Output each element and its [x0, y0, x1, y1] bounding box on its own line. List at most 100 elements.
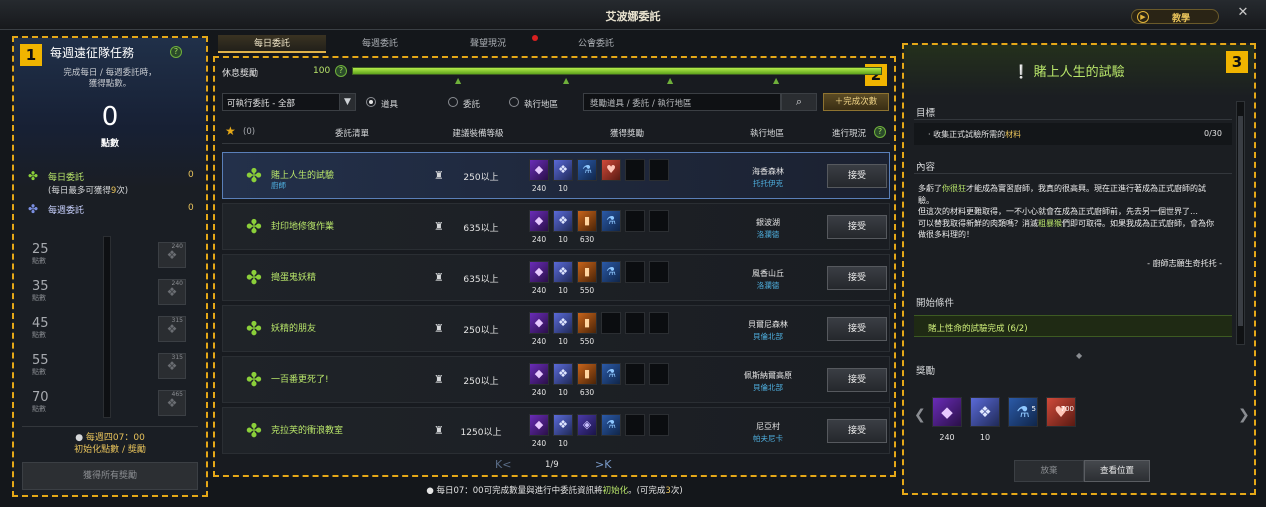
tab-weekly[interactable]: 每週委託	[326, 35, 434, 53]
table-row[interactable]: ✤ 搗蛋鬼妖精 ♜ 635以上 ◆ 240 ❖ 10 ▮ 550 ⚗ 風香山丘 洛瀾德 接受	[222, 254, 890, 301]
region-name: 海香森林	[752, 167, 784, 176]
reward-purple-crystal-icon[interactable]: ◆	[529, 414, 549, 436]
column-level: 建議裝備等級	[452, 129, 504, 139]
radio-region[interactable]	[509, 97, 519, 107]
tab-reputation[interactable]: 聲望現況	[434, 35, 542, 53]
region-name: 佩斯納爾高原	[744, 371, 792, 380]
goal-item: · 收集正式試驗所需的材料 0/30	[914, 123, 1232, 145]
laurel-icon: ✤	[28, 169, 39, 183]
tab-guild[interactable]: 公會委託	[542, 35, 650, 53]
chevron-down-icon[interactable]: ▼	[339, 94, 355, 110]
reward-blue-crystal-icon[interactable]: ❖	[553, 210, 573, 232]
column-region: 執行地區	[749, 129, 784, 139]
desc-paragraph-2: 但這次的材料更難取得，一不小心就會在成為正式廚師前，先去另一個世界了…	[918, 207, 1198, 216]
claim-all-rewards-button[interactable]: 獲得所有獎勵	[22, 462, 198, 490]
box-count: 315	[171, 354, 183, 361]
reward-purple-crystal-icon[interactable]: ◆	[529, 261, 549, 283]
equipment-icon: ♜	[434, 424, 444, 437]
reward-orange-lantern-icon[interactable]: ▮	[577, 363, 597, 385]
accept-button[interactable]: 接受	[827, 215, 887, 239]
add-completion-count-button[interactable]: ＋完成次數	[823, 93, 889, 111]
radio-item[interactable]	[366, 97, 376, 107]
reward-gem-box-icon[interactable]: ◈	[577, 414, 597, 436]
tier-reward-box[interactable]: ❖ 315	[158, 316, 186, 342]
reward-blue-crystal-icon[interactable]: ❖	[553, 312, 573, 334]
page-first-button[interactable]: K<	[495, 458, 511, 471]
close-button[interactable]: ✕	[1236, 6, 1250, 20]
reward-purple-crystal-icon[interactable]: ◆	[529, 159, 549, 181]
search-input[interactable]: 獎勵道具 / 委託 / 執行地區	[583, 93, 781, 111]
reward-blue-crystal-icon[interactable]: ❖	[970, 397, 1000, 427]
start-condition-item: 賭上性命的試驗完成 (6/2)	[914, 315, 1232, 337]
chevron-left-icon[interactable]: ❮	[914, 407, 926, 423]
scroll-thumb[interactable]	[1238, 116, 1243, 326]
quest-name: 搗蛋鬼妖精	[271, 273, 317, 283]
help-icon[interactable]: ?	[874, 126, 886, 138]
reward-potion-icon[interactable]: ⚗	[577, 159, 597, 181]
reward-potion-icon[interactable]: ⚗	[601, 261, 621, 283]
quest-filter-select[interactable]: 可執行委託 - 全部 ▼	[222, 93, 356, 111]
reward-count: 240	[939, 433, 955, 442]
tab-daily[interactable]: 每日委託	[218, 35, 326, 53]
box-count: 240	[171, 243, 183, 250]
accept-button[interactable]: 接受	[827, 368, 887, 392]
reward-blue-crystal-icon[interactable]: ❖	[553, 363, 573, 385]
reward-count: 630	[579, 235, 595, 244]
help-icon[interactable]: ?	[170, 46, 182, 58]
desc-text: 多虧了	[918, 184, 942, 193]
table-row[interactable]: ✤ 一百番更死了! ♜ 250以上 ◆ 240 ❖ 10 ▮ 630 ⚗ 佩斯納爾高原 貝倫北部 接受	[222, 356, 890, 403]
reward-heading: 獎勵	[916, 366, 936, 377]
reward-orange-lantern-icon[interactable]: ▮	[577, 210, 597, 232]
reward-blue-crystal-icon[interactable]: ❖	[553, 261, 573, 283]
rest-bonus-fill	[353, 68, 881, 74]
page-indicator: 1/9	[545, 460, 559, 470]
accept-button[interactable]: 接受	[827, 266, 887, 290]
table-row[interactable]: ✤ 妖精的朋友 ♜ 250以上 ◆ 240 ❖ 10 ▮ 550 貝爾尼森林 貝倫北部 接受	[222, 305, 890, 352]
tutorial-button[interactable]: ▶ 教學	[1131, 9, 1219, 24]
reward-potion-icon[interactable]: ⚗	[601, 363, 621, 385]
chevron-right-icon[interactable]: ❯	[1238, 407, 1250, 423]
accept-button[interactable]: 接受	[827, 317, 887, 341]
reward-potion-icon[interactable]: ⚗	[601, 210, 621, 232]
reward-purple-crystal-icon[interactable]: ◆	[529, 312, 549, 334]
table-row[interactable]: ✤ 賭上人生的試驗 廚師 ♜ 250以上 ◆ 240 ❖ 10 ⚗ ♥ 海香森林 托托伊克 接受	[222, 152, 890, 199]
weekly-quest-label: 每週委託	[48, 206, 85, 216]
accept-button[interactable]: 接受	[827, 419, 887, 443]
reward-orange-lantern-icon[interactable]: ▮	[577, 312, 597, 334]
reward-blue-crystal-icon[interactable]: ❖	[553, 414, 573, 436]
help-icon[interactable]: ?	[335, 65, 347, 77]
reward-purple-crystal-icon[interactable]: ◆	[529, 363, 549, 385]
search-icon[interactable]: ⌕	[781, 93, 817, 111]
tick-up-icon: ▲	[563, 76, 570, 85]
tier-reward-box[interactable]: ❖ 465	[158, 390, 186, 416]
tier-reward-box[interactable]: ❖ 315	[158, 353, 186, 379]
reward-heart-fruit-icon[interactable]: ♥ 700	[1046, 397, 1076, 427]
reward-purple-crystal-icon[interactable]: ◆	[932, 397, 962, 427]
tick-up-icon: ▲	[455, 76, 462, 85]
reward-orange-lantern-icon[interactable]: ▮	[577, 261, 597, 283]
panel-subtitle: 完成每日 / 每週委託時， 獲得點數。	[14, 68, 206, 90]
page-last-button[interactable]: >K	[595, 458, 611, 471]
points-progress-bar	[103, 236, 111, 418]
radio-quest[interactable]	[448, 97, 458, 107]
tier-reward-box[interactable]: ❖ 240	[158, 242, 186, 268]
star-icon[interactable]: ★	[225, 124, 236, 138]
accept-button[interactable]: 接受	[827, 164, 887, 188]
reward-purple-crystal-icon[interactable]: ◆	[529, 210, 549, 232]
detail-scrollbar[interactable]	[1236, 101, 1245, 345]
empty-reward-slot	[649, 312, 669, 334]
tier-reward-box[interactable]: ❖ 240	[158, 279, 186, 305]
notice-suffix: 次)	[670, 486, 683, 496]
reward-potion-icon[interactable]: ⚗ 5	[1008, 397, 1038, 427]
view-location-button[interactable]: 查看位置	[1084, 460, 1150, 482]
reward-heart-fruit-icon[interactable]: ♥	[601, 159, 621, 181]
table-row[interactable]: ✤ 封印地修復作業 ♜ 635以上 ◆ 240 ❖ 10 ▮ 630 ⚗ 銀波湖 洛瀾德 接受	[222, 203, 890, 250]
table-row[interactable]: ✤ 克拉芙的衝浪教室 ♜ 1250以上 ◆ 240 ❖ 10 ◈ ⚗ 尼亞村 帕夫尼卡 接受	[222, 407, 890, 454]
tier-points: 70	[32, 390, 49, 405]
reward-blue-crystal-icon[interactable]: ❖	[553, 159, 573, 181]
give-up-button[interactable]: 放棄	[1014, 460, 1084, 482]
reward-potion-icon[interactable]: ⚗	[601, 414, 621, 436]
radio-item-label: 道具	[381, 100, 399, 110]
empty-reward-slot	[625, 210, 645, 232]
daily-quest-note: (每日最多可獲得9次)	[48, 184, 128, 196]
